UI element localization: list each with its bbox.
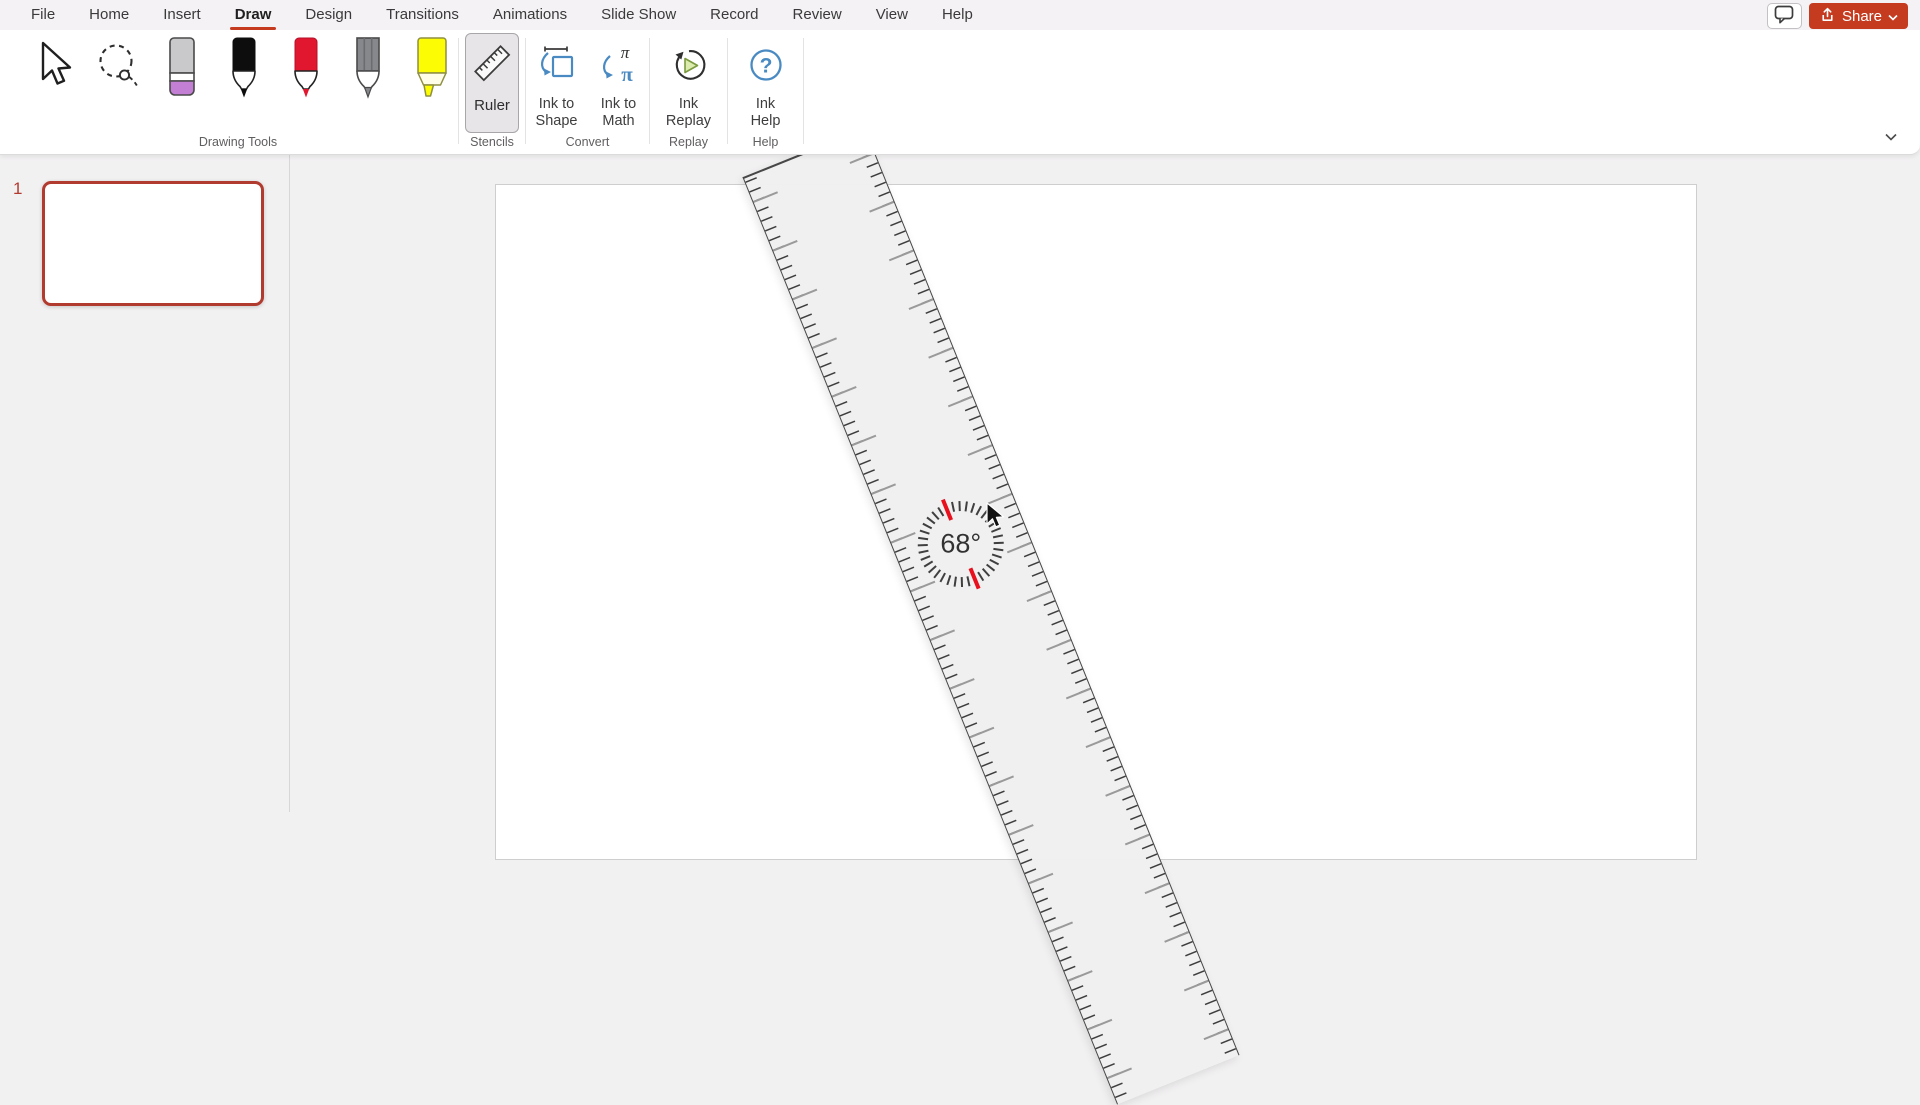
ink-help-icon: ? [743, 42, 789, 93]
eraser-icon [162, 86, 202, 103]
menu-animations[interactable]: Animations [476, 0, 584, 30]
group-replay: InkReplay Replay [650, 30, 727, 154]
menu-insert[interactable]: Insert [146, 0, 218, 30]
slide-thumbnail-panel: 1 [0, 155, 290, 812]
pencil-gray-icon [348, 86, 388, 103]
comment-bubble-icon [1773, 4, 1795, 29]
group-drawing-tools: Drawing Tools [18, 30, 458, 154]
ink-replay-icon [666, 42, 712, 93]
ruler-icon [471, 42, 513, 89]
menu-slide-show[interactable]: Slide Show [584, 0, 693, 30]
menu-draw[interactable]: Draw [218, 0, 289, 30]
svg-text:π: π [620, 43, 629, 62]
share-button-label: Share [1842, 8, 1882, 25]
ink-to-shape-icon [533, 42, 581, 93]
menu-review[interactable]: Review [776, 0, 859, 30]
mouse-cursor-icon [984, 502, 1006, 537]
pen-black-icon [224, 86, 264, 103]
menu-file[interactable]: File [14, 0, 72, 30]
comments-button[interactable] [1767, 3, 1802, 29]
highlighter-yellow-icon [410, 86, 454, 103]
group-label-help: Help [728, 135, 803, 149]
ruler-button[interactable]: Ruler [465, 33, 519, 133]
pen-red-tool-button[interactable] [286, 35, 326, 104]
menu-bar: File Home Insert Draw Design Transitions… [0, 0, 1920, 30]
highlighter-yellow-tool-button[interactable] [410, 35, 454, 104]
menu-design[interactable]: Design [288, 0, 369, 30]
share-chevron-down-icon [1888, 8, 1898, 25]
group-label-stencils: Stencils [459, 135, 525, 149]
slide-number: 1 [13, 179, 22, 199]
ink-to-math-button[interactable]: ππ Ink toMath [589, 38, 649, 130]
menu-transitions[interactable]: Transitions [369, 0, 476, 30]
slide-thumbnail-1[interactable] [42, 181, 264, 306]
group-divider [803, 38, 804, 144]
pencil-gray-tool-button[interactable] [348, 35, 388, 104]
group-label-replay: Replay [650, 135, 727, 149]
ruler-button-label: Ruler [474, 97, 510, 114]
menu-view[interactable]: View [859, 0, 925, 30]
svg-text:π: π [621, 62, 633, 86]
select-cursor-icon [32, 86, 74, 103]
group-convert: Ink toShape ππ Ink toMath Convert [526, 30, 649, 154]
ink-replay-button[interactable]: InkReplay [659, 38, 719, 130]
lasso-select-icon [96, 86, 140, 103]
group-label-convert: Convert [526, 135, 649, 149]
share-button[interactable]: Share [1809, 3, 1908, 29]
menu-home[interactable]: Home [72, 0, 146, 30]
ink-to-math-icon: ππ [596, 42, 642, 93]
ink-help-button[interactable]: ? InkHelp [736, 38, 796, 130]
select-tool-button[interactable] [32, 35, 74, 104]
svg-text:?: ? [759, 55, 772, 78]
ink-to-shape-button[interactable]: Ink toShape [527, 38, 587, 130]
lasso-select-tool-button[interactable] [96, 35, 140, 104]
pen-black-tool-button[interactable] [224, 35, 264, 104]
menu-record[interactable]: Record [693, 0, 775, 30]
ribbon-draw-tab: Drawing Tools Ruler Stencils Ink toShape… [0, 30, 1920, 155]
menu-help[interactable]: Help [925, 0, 990, 30]
group-help: ? InkHelp Help [728, 30, 803, 154]
group-label-drawing-tools: Drawing Tools [18, 135, 458, 149]
ruler-angle-label: 68° [940, 529, 981, 560]
pen-red-icon [286, 86, 326, 103]
eraser-tool-button[interactable] [162, 35, 202, 104]
share-icon [1819, 6, 1836, 27]
group-stencils: Ruler Stencils [459, 30, 525, 154]
editing-canvas [290, 155, 1920, 812]
collapse-ribbon-chevron-icon[interactable] [1884, 128, 1898, 146]
